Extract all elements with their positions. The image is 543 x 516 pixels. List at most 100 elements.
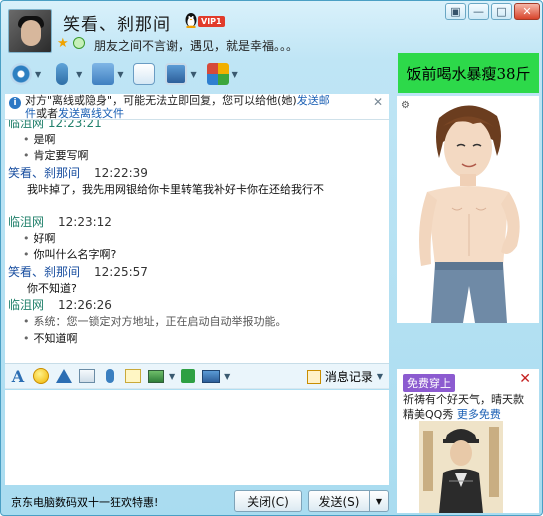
chevron-down-icon[interactable]: ▼ <box>117 70 123 79</box>
sender-name[interactable]: 临沮网 <box>8 215 44 229</box>
minimize-button[interactable]: — <box>468 3 489 20</box>
close-icon[interactable]: ✕ <box>519 371 531 387</box>
send-image-button[interactable] <box>146 367 166 385</box>
music-icon <box>181 369 196 383</box>
send-email-link[interactable]: 发送邮 <box>297 94 330 107</box>
ad-photo <box>419 421 503 513</box>
chevron-down-icon[interactable]: ▼ <box>232 70 238 79</box>
offline-notice: i 对方"离线或隐身"，可能无法立即回复，您可以给他(她)发送邮 件或者发送离线… <box>5 94 389 120</box>
sender-name[interactable]: 笑看、刹那间 <box>8 265 80 279</box>
message-record-button[interactable]: 消息记录 ▼ <box>306 368 383 385</box>
avatar-face <box>21 20 41 46</box>
ad-figure-image <box>419 421 503 513</box>
sender-name[interactable]: 笑看、刹那间 <box>8 166 80 180</box>
send-button[interactable]: 发送(S) <box>308 490 370 512</box>
chat-message: 好啊 <box>23 230 56 246</box>
ad-tag[interactable]: 免费穿上 <box>403 374 455 392</box>
magic-emoticon-button[interactable] <box>77 367 97 385</box>
main-toolbar: ▼ ▼ ▼ ▼ ▼ <box>7 59 241 89</box>
notice-text: 对方"离线或隐身"，可能无法立即回复，您可以给他(她)发送邮 件或者发送离线文件 <box>25 94 389 120</box>
promo-link[interactable]: 京东电脑数码双十一狂欢特惠! <box>11 494 158 510</box>
qq-show-panel[interactable]: ⚙ <box>397 96 539 323</box>
close-window-button[interactable]: ✕ <box>514 3 540 20</box>
qq-show-ad[interactable]: 免费穿上 ✕ 祈祷有个好天气，晴天款 精美QQ秀 更多免费 <box>397 369 539 513</box>
contact-avatar[interactable] <box>8 9 52 53</box>
chevron-down-icon[interactable]: ▼ <box>377 372 383 381</box>
chat-message: 你不知道? <box>27 282 77 295</box>
voice-message-button[interactable] <box>100 367 120 385</box>
message-time: 12:25:57 <box>94 265 148 279</box>
chevron-down-icon[interactable]: ▼ <box>76 70 82 79</box>
send-offline-file-link[interactable]: 发送离线文件 <box>58 107 124 120</box>
pen-note-icon <box>125 369 141 383</box>
video-call-button[interactable]: ▼ <box>7 61 44 87</box>
more-free-link[interactable]: 更多免费 <box>457 408 501 421</box>
shake-button[interactable] <box>54 367 74 385</box>
window-controls: ▣ — □ ✕ <box>445 3 540 20</box>
chat-sender-line: 临沮网 12:23:12 <box>8 213 112 230</box>
chevron-down-icon[interactable]: ▼ <box>224 372 230 381</box>
skin-button[interactable]: ▣ <box>445 3 466 20</box>
history-icon <box>306 369 321 384</box>
send-sms-button[interactable] <box>130 61 158 87</box>
microphone-icon <box>56 63 69 85</box>
message-time: 12:23:12 <box>58 215 112 229</box>
online-status-icon <box>73 37 85 49</box>
chat-message: 我咔掉了，我先用网银给你卡里转笔我补好卡你在还给我行不 <box>27 183 324 196</box>
chat-window: 笑看、刹那间 VIP1 ★ 朋友之间不言谢，遇见，就是幸福。。。 ▣ — □ ✕… <box>0 0 543 516</box>
chat-message: 是啊 <box>23 131 56 147</box>
message-time: 12:22:39 <box>94 166 148 180</box>
message-icon <box>133 63 156 85</box>
qq-show-avatar-figure <box>419 105 520 323</box>
voice-call-button[interactable]: ▼ <box>48 61 85 87</box>
contact-name[interactable]: 笑看、刹那间 <box>63 10 171 35</box>
screenshot-button[interactable] <box>201 367 221 385</box>
emoji-button[interactable] <box>31 367 51 385</box>
contact-signature: 朋友之间不言谢，遇见，就是幸福。。。 <box>94 39 299 53</box>
ad-text-prefix: 精美QQ秀 <box>403 408 457 421</box>
send-file-button[interactable]: ▼ <box>89 61 126 87</box>
chat-history[interactable]: 临沮网 12:23:21 是啊 肯定要写啊 笑看、刹那间 12:22:39 我咔掉… <box>5 120 389 363</box>
sender-name[interactable]: 临沮网 <box>8 298 44 312</box>
send-options-button[interactable]: ▼ <box>369 490 389 512</box>
system-message: 系统：您一锁定对方地址，正在启动自动举报功能。 <box>23 313 287 329</box>
music-button[interactable] <box>178 367 198 385</box>
qq-penguin-icon <box>185 13 197 28</box>
input-toolbar: A ▼ ▼ 消息记录 ▼ <box>5 363 389 389</box>
chat-sender-line: 临沮网 12:26:26 <box>8 296 112 313</box>
microphone-icon <box>106 369 114 383</box>
apps-grid-icon <box>206 63 229 85</box>
ad-text-line1: 祈祷有个好天气，晴天款 <box>403 393 524 406</box>
maximize-button[interactable]: □ <box>491 3 512 20</box>
chevron-down-icon[interactable]: ▼ <box>190 70 196 79</box>
doodle-button[interactable] <box>123 367 143 385</box>
chat-sender-line: 笑看、刹那间 12:25:57 <box>8 263 148 280</box>
screen-share-icon <box>165 63 188 85</box>
screenshot-icon <box>202 369 221 383</box>
send-email-link-cont[interactable]: 件 <box>25 107 36 120</box>
info-icon: i <box>9 97 21 109</box>
ad-text-line2: 精美QQ秀 更多免费 <box>403 406 501 422</box>
chevron-down-icon[interactable]: ▼ <box>35 70 41 79</box>
notice-or-text: 或者 <box>36 107 58 120</box>
remote-assist-button[interactable]: ▼ <box>162 61 199 87</box>
ad-banner-top[interactable]: 饭前喝水暴瘦38斤 <box>398 53 539 93</box>
chat-sender-line: 笑看、刹那间 12:22:39 <box>8 164 148 181</box>
notice-text-part1: 对方"离线或隐身"，可能无法立即回复，您可以给他(她) <box>25 94 297 107</box>
chevron-down-icon: ▼ <box>375 496 383 506</box>
vip-badge: VIP1 <box>198 16 225 27</box>
chat-message: 不知道啊 <box>23 330 78 346</box>
image-icon <box>148 369 164 383</box>
qq-show-settings-icon[interactable]: ⚙ <box>401 100 410 111</box>
chat-message: 肯定要写啊 <box>23 147 89 163</box>
shake-icon <box>56 369 72 383</box>
close-icon[interactable]: ✕ <box>373 96 383 109</box>
film-icon <box>79 369 95 383</box>
chevron-down-icon[interactable]: ▼ <box>169 372 175 381</box>
bottom-bar: 京东电脑数码双十一狂欢特惠! 关闭(C) 发送(S) ▼ <box>1 485 395 515</box>
font-icon[interactable]: A <box>8 367 28 386</box>
apps-button[interactable]: ▼ <box>204 61 241 87</box>
chat-line-cut: 临沮网 12:23:21 <box>8 120 102 130</box>
close-button[interactable]: 关闭(C) <box>234 490 302 512</box>
message-input[interactable] <box>5 390 389 485</box>
